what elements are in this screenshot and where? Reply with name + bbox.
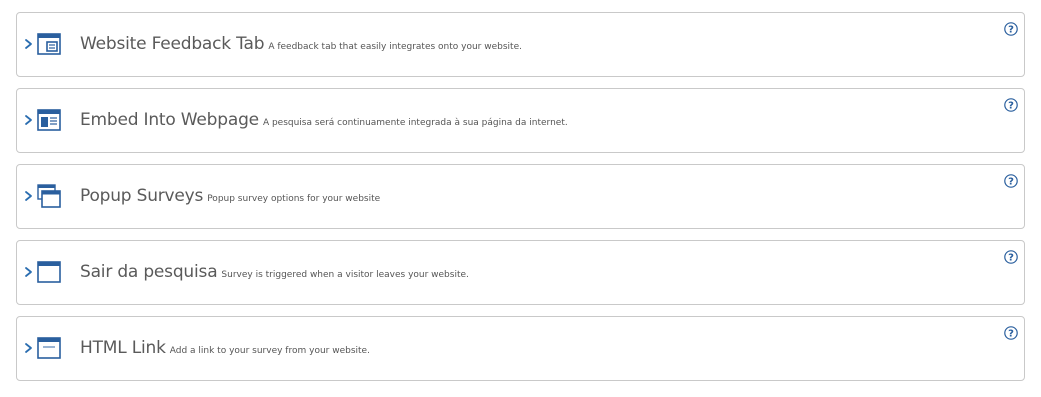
panel-exit-survey[interactable]: Sair da pesquisa Survey is triggered when…: [16, 240, 1025, 305]
panel-embed-into-webpage[interactable]: Embed Into Webpage A pesquisa será contin…: [16, 88, 1025, 153]
panel-heading: Sair da pesquisa Survey is triggered when…: [80, 261, 469, 286]
svg-text:?: ?: [1008, 329, 1014, 340]
help-icon[interactable]: ?: [1004, 98, 1018, 112]
panel-title: Website Feedback Tab: [80, 34, 265, 54]
survey-type-list: Website Feedback Tab A feedback tab that …: [16, 12, 1025, 392]
panel-title: HTML Link: [80, 338, 166, 358]
chevron-right-icon[interactable]: [23, 37, 35, 51]
panel-heading: HTML Link Add a link to your survey from …: [80, 337, 370, 362]
svg-text:?: ?: [1008, 177, 1014, 188]
chevron-right-icon[interactable]: [23, 341, 35, 355]
panel-title: Sair da pesquisa: [80, 262, 218, 282]
panel-title: Embed Into Webpage: [80, 110, 259, 130]
panel-popup-surveys[interactable]: Popup Surveys Popup survey options for yo…: [16, 164, 1025, 229]
svg-text:?: ?: [1008, 253, 1014, 264]
panel-description: Popup survey options for your website: [207, 194, 381, 204]
panel-description: Survey is triggered when a visitor leave…: [221, 270, 469, 280]
panel-description: Add a link to your survey from your webs…: [169, 346, 370, 356]
chevron-right-icon[interactable]: [23, 113, 35, 127]
panel-html-link[interactable]: HTML Link Add a link to your survey from …: [16, 316, 1025, 381]
popup-windows-icon: [37, 184, 61, 208]
panel-heading: Popup Surveys Popup survey options for yo…: [80, 185, 380, 210]
panel-description: A feedback tab that easily integrates on…: [268, 42, 522, 52]
svg-text:?: ?: [1008, 25, 1014, 36]
embed-webpage-icon: [37, 109, 61, 131]
panel-title: Popup Surveys: [80, 186, 204, 206]
help-icon[interactable]: ?: [1004, 326, 1018, 340]
help-icon[interactable]: ?: [1004, 22, 1018, 36]
panel-heading: Website Feedback Tab A feedback tab that …: [80, 33, 522, 58]
panel-website-feedback-tab[interactable]: Website Feedback Tab A feedback tab that …: [16, 12, 1025, 77]
panel-heading: Embed Into Webpage A pesquisa será contin…: [80, 109, 568, 134]
chevron-right-icon[interactable]: [23, 189, 35, 203]
feedback-tab-icon: [37, 33, 61, 55]
help-icon[interactable]: ?: [1004, 174, 1018, 188]
exit-survey-window-icon: [37, 261, 61, 283]
panel-description: A pesquisa será continuamente integrada …: [262, 118, 568, 128]
help-icon[interactable]: ?: [1004, 250, 1018, 264]
html-link-window-icon: [37, 337, 61, 359]
chevron-right-icon[interactable]: [23, 265, 35, 279]
svg-text:?: ?: [1008, 101, 1014, 112]
